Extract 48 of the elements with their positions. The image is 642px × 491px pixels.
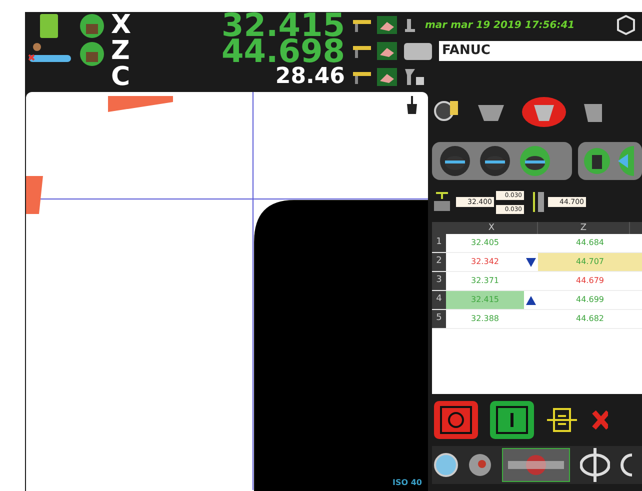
caliper-icon[interactable] <box>351 43 373 59</box>
hatch-mark <box>108 96 173 112</box>
row-number: 2 <box>432 253 446 271</box>
table-cell-text: 32.405 <box>470 237 500 249</box>
column-header: X <box>446 222 538 234</box>
row-number: 1 <box>432 234 446 252</box>
table-cell-text: 32.342 <box>470 256 500 268</box>
measure-mode-icon[interactable] <box>584 146 610 176</box>
table-cell: 32.415 <box>446 291 524 309</box>
axis-value: 32.415 <box>220 12 346 38</box>
frame-icon[interactable] <box>490 401 534 439</box>
column-header: Z <box>538 222 630 234</box>
axis-label: C <box>111 64 132 90</box>
cube-icon[interactable] <box>616 15 636 35</box>
axis-label: Z <box>111 38 131 64</box>
row-number: 3 <box>432 272 446 290</box>
row-number: 4 <box>432 291 446 309</box>
axis-label: X <box>111 12 132 38</box>
table-cell-text: 44.679 <box>575 275 605 287</box>
tool-holder-icon[interactable] <box>522 97 566 127</box>
lock-icon[interactable] <box>80 42 104 66</box>
measure-mode-icon[interactable] <box>440 146 470 176</box>
table-cell-text: 32.388 <box>470 313 500 325</box>
table-cell: 44.707 <box>538 253 642 271</box>
x-tolerance-icon[interactable] <box>432 191 452 213</box>
clipboard-icon[interactable] <box>546 406 578 434</box>
axis-value: 28.46 <box>274 66 346 88</box>
hatch-mark <box>26 176 43 214</box>
table-cell-text: 44.682 <box>575 313 605 325</box>
table-cell-text: 44.684 <box>575 237 605 249</box>
axis-value: 44.698 <box>220 38 346 64</box>
row-number: 5 <box>432 310 446 328</box>
lens-icon[interactable] <box>434 453 458 477</box>
probe-icon[interactable] <box>403 17 417 33</box>
user-icon[interactable] <box>27 42 71 64</box>
scanner-icon[interactable] <box>403 67 425 87</box>
measure-mode-icon[interactable] <box>480 146 510 176</box>
close-icon[interactable] <box>590 408 608 432</box>
caliper-icon[interactable] <box>351 69 373 85</box>
lock-icon[interactable] <box>80 14 104 38</box>
date-time: mar mar 19 2019 17:56:41 <box>425 18 575 32</box>
table-cell-text: 32.371 <box>470 275 500 287</box>
measure-mode-icon[interactable] <box>520 146 550 176</box>
table-cell-text: 44.699 <box>575 294 605 306</box>
caliper-icon[interactable] <box>351 17 373 33</box>
iso-label: ISO 40 <box>392 477 422 489</box>
spindle-icon[interactable] <box>468 453 492 477</box>
machine-field[interactable]: FANUC <box>439 41 642 61</box>
